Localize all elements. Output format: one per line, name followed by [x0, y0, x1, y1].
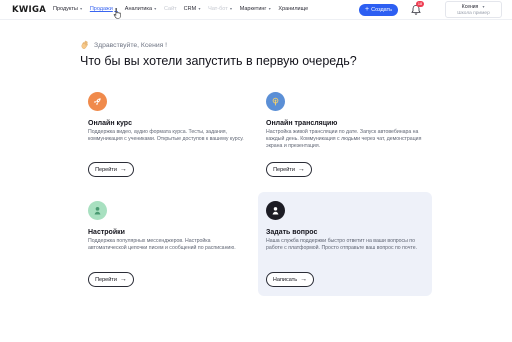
nav-item-chatbot[interactable]: Чат-бот ▼ — [208, 6, 233, 13]
main-nav: Продукты▼ Продажи▼ Аналитика▼ Сайт CRM▼ … — [53, 6, 315, 13]
nav-label: Аналитика — [124, 6, 153, 12]
button-label: Перейти — [95, 166, 117, 173]
account-name-row: Ксения ▼ — [446, 4, 501, 10]
greeting-text: Здравствуйте, Ксения ! — [94, 41, 168, 49]
card-ask-question: Задать вопрос Наша служба поддержки быст… — [258, 192, 432, 296]
arrow-right-icon: → — [300, 276, 308, 283]
button-label: Перейти — [95, 276, 117, 283]
support-glyph — [272, 207, 279, 215]
nav-label: Продажи — [89, 6, 113, 12]
go-course-button[interactable]: Перейти → — [88, 162, 134, 177]
nav-item-storage[interactable]: Хранилище — [278, 6, 308, 13]
card-online-course: Онлайн курс Поддержка видео, аудио форма… — [80, 92, 254, 196]
greeting-row: Здравствуйте, Ксения ! — [80, 40, 167, 50]
go-broadcast-button[interactable]: Перейти → — [266, 162, 312, 177]
nav-label: Продукты — [53, 6, 78, 12]
card-description: Настройка живой трансляции по дате. Запу… — [266, 129, 422, 149]
top-navigation-bar: KWIGA Продукты▼ Продажи▼ Аналитика▼ Сайт… — [0, 0, 512, 20]
arrow-right-icon: → — [297, 166, 305, 173]
nav-item-crm[interactable]: CRM ▼ — [184, 6, 202, 13]
nav-label: Сайт — [163, 6, 177, 12]
chevron-down-icon: ▼ — [79, 7, 83, 11]
nav-item-marketing[interactable]: Маркетинг ▼ — [240, 6, 272, 13]
card-online-broadcast: Онлайн трансляцию Настройка живой трансл… — [258, 92, 432, 196]
account-name: Ксения — [461, 4, 479, 10]
card-description: Поддержка видео, аудио формата курса. Те… — [88, 129, 244, 142]
nav-item-site[interactable]: Сайт — [164, 6, 177, 13]
plus-icon: + — [365, 6, 370, 13]
card-title: Настройки — [88, 229, 125, 236]
card-settings: Настройки Поддержка популярных мессендже… — [80, 201, 254, 305]
arrow-right-icon: → — [119, 276, 127, 283]
write-question-button[interactable]: Написать → — [266, 272, 314, 287]
nav-label: Чат-бот — [208, 6, 228, 12]
nav-item-analytics[interactable]: Аналитика ▼ — [125, 6, 157, 13]
broadcast-icon — [266, 92, 285, 111]
create-button[interactable]: + Создать — [359, 4, 398, 16]
kwiga-logo[interactable]: KWIGA — [12, 5, 46, 15]
nav-label: Маркетинг — [239, 6, 267, 12]
settings-icon — [88, 201, 107, 220]
account-school: Школа пример — [457, 11, 490, 16]
nav-label: Хранилище — [278, 6, 309, 12]
waving-hand-icon — [81, 40, 88, 49]
rocket-icon — [88, 92, 107, 111]
card-description: Поддержка популярных мессенджеров. Настр… — [88, 238, 236, 251]
arrow-right-icon: → — [119, 166, 127, 173]
card-title: Онлайн трансляцию — [266, 120, 338, 127]
card-title: Онлайн курс — [88, 120, 132, 127]
nav-label: CRM — [183, 6, 197, 12]
chevron-down-icon: ▼ — [153, 7, 157, 11]
button-label: Перейти — [273, 166, 295, 173]
hand-pointer-cursor-icon — [113, 8, 121, 19]
chevron-down-icon: ▼ — [267, 7, 272, 11]
card-description: Наша служба поддержки быстро ответит на … — [266, 238, 418, 251]
settings-glyph — [94, 207, 101, 215]
chevron-down-icon: ▼ — [229, 7, 233, 11]
notification-badge: 18 — [416, 1, 424, 7]
card-title: Задать вопрос — [266, 229, 318, 236]
account-switcher[interactable]: Ксения ▼ Школа пример — [445, 1, 502, 18]
chevron-down-icon: ▼ — [197, 7, 202, 11]
broadcast-glyph — [272, 97, 279, 106]
support-icon — [266, 201, 285, 220]
create-button-label: Создать — [371, 7, 392, 13]
page-title: Что бы вы хотели запустить в первую очер… — [80, 54, 357, 68]
rocket-glyph — [93, 98, 101, 106]
nav-item-products[interactable]: Продукты ▼ — [53, 6, 83, 13]
chevron-down-icon: ▼ — [481, 5, 486, 9]
button-label: Написать — [272, 276, 298, 283]
go-settings-button[interactable]: Перейти → — [88, 272, 134, 287]
